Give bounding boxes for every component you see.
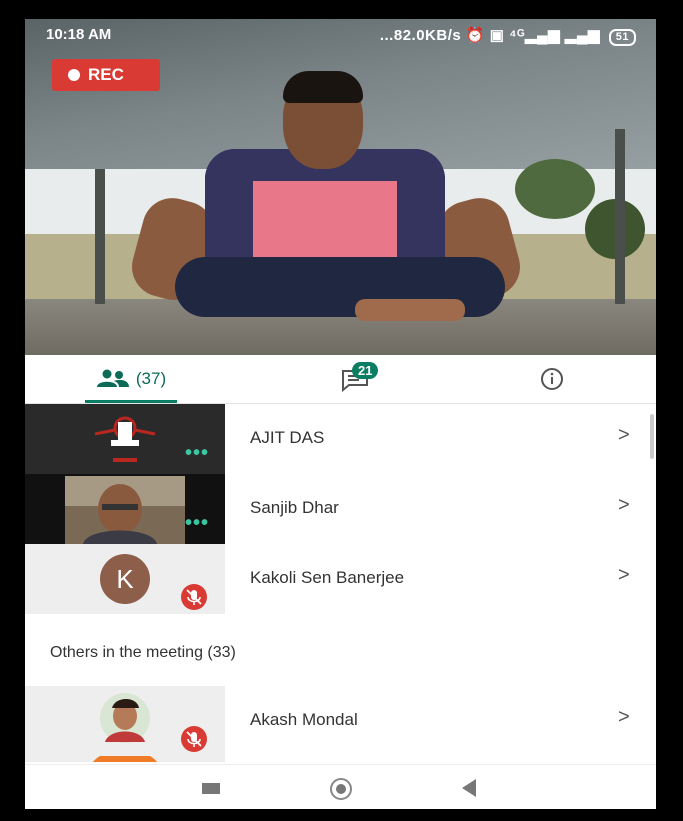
avatar: K (100, 554, 150, 604)
video-background-tree (515, 159, 595, 219)
home-icon[interactable] (330, 778, 352, 800)
tab-people[interactable]: (37) (85, 355, 177, 403)
chevron-right-icon[interactable]: > (618, 564, 630, 587)
chat-unread-badge: 21 (352, 362, 379, 379)
battery-icon: 51 (608, 29, 636, 46)
chevron-right-icon[interactable]: > (618, 424, 630, 447)
others-section-title: Others in the meeting (33) (50, 644, 236, 661)
active-tab-indicator (85, 400, 177, 403)
mic-off-icon (181, 726, 207, 752)
video-background-pillar (95, 169, 105, 304)
participant-avatar-tile (25, 756, 225, 762)
chevron-right-icon[interactable]: > (618, 706, 630, 729)
status-network-info: ...82.0KB/s ⏰ ▣ ⁴ᴳ▂▄▆ ▂▄▆ (379, 27, 601, 44)
back-icon[interactable] (462, 779, 476, 797)
status-time: 10:18 AM (46, 26, 112, 43)
more-dots-icon[interactable]: ••• (185, 513, 209, 533)
app-window: 10:18 AM ...82.0KB/s ⏰ ▣ ⁴ᴳ▂▄▆ ▂▄▆ 51 RE… (25, 19, 656, 809)
participant-name: Kakoli Sen Banerjee (250, 568, 405, 587)
home-icon-inner (336, 784, 346, 794)
participant-row[interactable]: ••• AJIT DAS > (25, 404, 656, 474)
participant-row[interactable]: K Kakoli Sen Banerjee > (25, 544, 656, 614)
participant-row[interactable] (25, 756, 656, 762)
participant-video-thumbnail: ••• (25, 404, 225, 474)
chevron-right-icon[interactable]: > (618, 494, 630, 517)
record-dot-icon (68, 69, 80, 81)
tab-info[interactable] (530, 355, 574, 403)
participant-avatar-tile: K (25, 544, 225, 614)
recording-indicator: REC (52, 59, 160, 91)
participant-name: AJIT DAS (250, 428, 325, 447)
more-dots-icon[interactable]: ••• (185, 443, 209, 463)
participant-avatar-tile (25, 686, 225, 756)
video-background-pillar (615, 129, 625, 304)
info-icon (541, 368, 563, 390)
status-bar: 10:18 AM ...82.0KB/s ⏰ ▣ ⁴ᴳ▂▄▆ ▂▄▆ 51 (25, 19, 656, 49)
participant-row[interactable]: Akash Mondal > (25, 686, 656, 756)
participant-list[interactable]: ••• AJIT DAS > ••• Sanjib Dhar > K Kakol… (25, 404, 656, 762)
participant-video-thumbnail: ••• (25, 474, 225, 544)
status-indicators: ...82.0KB/s ⏰ ▣ ⁴ᴳ▂▄▆ ▂▄▆ 51 (380, 26, 636, 46)
participant-name: Sanjib Dhar (250, 498, 339, 517)
mic-off-icon (181, 584, 207, 610)
participant-row[interactable]: ••• Sanjib Dhar > (25, 474, 656, 544)
avatar (90, 756, 160, 762)
meeting-tabs: (37) 21 (25, 355, 656, 404)
person-feet (355, 299, 465, 321)
people-count: (37) (135, 369, 167, 388)
tab-chat[interactable]: 21 (320, 355, 390, 403)
person-hair (283, 71, 363, 103)
participant-name: Akash Mondal (250, 710, 358, 729)
recents-icon[interactable] (202, 783, 220, 794)
system-navigation-bar (25, 764, 656, 809)
rec-label: REC (88, 65, 124, 84)
people-icon (96, 369, 129, 387)
main-video-feed[interactable]: 10:18 AM ...82.0KB/s ⏰ ▣ ⁴ᴳ▂▄▆ ▂▄▆ 51 RE… (25, 19, 656, 355)
